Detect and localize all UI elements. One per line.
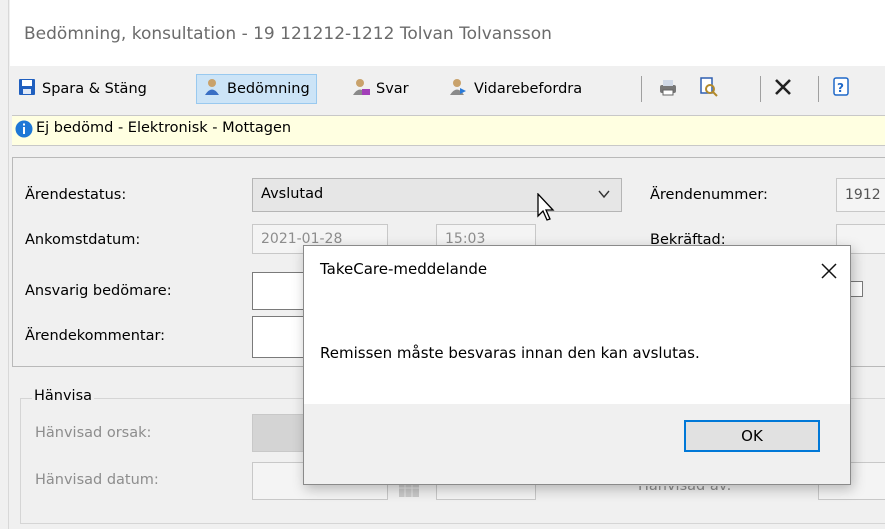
ansvarig-label: Ansvarig bedömare: [25,283,172,299]
close-icon [774,78,792,100]
window-title: Bedömning, konsultation - 19 121212-1212… [24,24,552,44]
dialog-title: TakeCare-meddelande [320,260,488,278]
reply-icon [352,78,370,100]
svar-button[interactable]: Svar [346,74,415,104]
help-button[interactable]: ? [826,74,860,104]
toolbar-separator [641,76,642,102]
svg-text:?: ? [837,81,844,95]
help-icon: ? [832,77,852,101]
arendestatus-label: Ärendestatus: [25,187,127,203]
window-left-edge [0,0,9,529]
kommentar-label: Ärendekommentar: [25,328,166,344]
checkbox[interactable] [849,281,863,297]
hanvisa-group-label: Hänvisa [32,388,95,404]
message-dialog: TakeCare-meddelande Remissen måste besva… [303,245,851,485]
info-icon [15,120,33,142]
status-info-text: Ej bedömd - Elektronisk - Mottagen [36,120,292,136]
print-preview-icon [698,77,718,101]
svar-label: Svar [376,81,409,97]
delete-button[interactable] [768,74,802,104]
save-close-label: Spara & Stäng [42,81,147,97]
save-close-button[interactable]: Spara & Stäng [12,74,153,104]
arendestatus-select[interactable]: Avslutad [252,178,622,212]
mouse-cursor-icon [537,192,559,227]
calendar-icon [398,482,420,502]
close-icon [820,258,838,286]
dialog-message: Remissen måste besvaras innan den kan av… [320,344,700,362]
printer-icon [658,78,678,100]
arendestatus-value: Avslutad [261,186,324,202]
toolbar-separator [818,76,819,102]
bedomning-label: Bedömning [227,81,310,97]
arendenummer-field: 1912 [836,178,885,212]
print-preview-button[interactable] [692,74,726,104]
chevron-down-icon [597,187,611,205]
forward-icon [450,78,468,100]
vidarebefordra-label: Vidarebefordra [474,81,583,97]
hanvisad-orsak-label: Hänvisad orsak: [35,425,152,441]
print-button[interactable] [652,74,686,104]
dialog-footer: OK [304,404,850,484]
user-icon [203,78,221,100]
dialog-close-button[interactable] [820,252,838,286]
save-icon [18,78,36,100]
ok-button[interactable]: OK [684,420,820,452]
ankomstdatum-label: Ankomstdatum: [25,232,141,248]
bedomning-button[interactable]: Bedömning [196,74,317,104]
arendenummer-label: Ärendenummer: [650,187,768,203]
hanvisad-datum-label: Hänvisad datum: [35,472,159,488]
arendenummer-value: 1912 [845,187,881,203]
toolbar-separator [760,76,761,102]
vidarebefordra-button[interactable]: Vidarebefordra [444,74,588,104]
